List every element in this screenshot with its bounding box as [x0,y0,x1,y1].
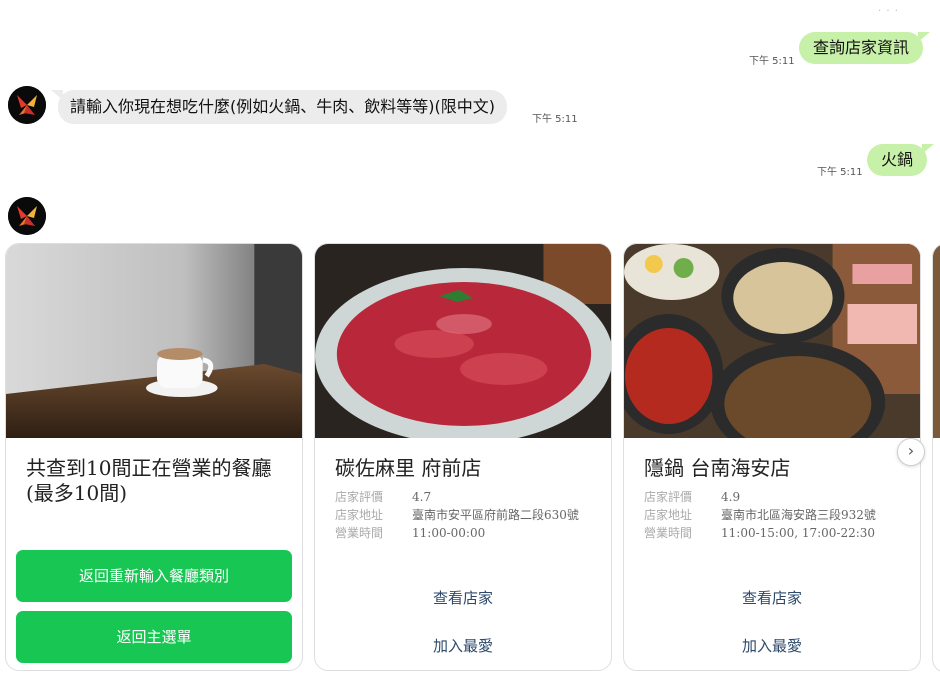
card-image-preview [933,244,940,438]
rating-value: 4.9 [721,490,741,504]
user-message-bubble: 火鍋 [867,144,935,176]
restaurant-name: 隱鍋 台南海安店 [644,456,791,480]
reenter-category-button[interactable]: 返回重新輸入餐廳類別 [16,550,292,602]
bot-message-bubble: 請輸入你現在想吃什麼(例如火鍋、牛肉、飲料等等)(限中文) [51,90,507,124]
summary-title: 共查到10間正在營業的餐廳(最多10間) [26,456,272,505]
restaurant-info: 店家評價 4.9 店家地址 臺南市北區海安路三段932號 營業時間 11:00-15:… [644,490,906,544]
hotpot-photo [624,244,920,438]
bot-avatar[interactable] [8,86,46,124]
add-favorite-button[interactable]: 加入最愛 [315,635,611,656]
timestamp: 下午 5:11 [749,56,795,67]
next-card-preview[interactable] [932,243,940,673]
main-menu-button[interactable]: 返回主選單 [16,611,292,663]
timestamp: 下午 5:11 [532,114,578,125]
view-store-button[interactable]: 查看店家 [624,587,920,608]
hours-label: 營業時間 [335,526,384,540]
restaurant-info: 店家評價 4.7 店家地址 臺南市安平區府前路二段630號 營業時間 11:00-00… [335,490,597,544]
address-label: 店家地址 [644,508,693,522]
timestamp: 下午 5:11 [817,167,863,178]
restaurant-card: 碳佐麻里 府前店 店家評價 4.7 店家地址 臺南市安平區府前路二段630號 營業時… [314,243,612,671]
carousel-next-button[interactable]: › [897,438,925,466]
rating-label: 店家評價 [644,490,693,504]
marbled-beef-photo [315,244,611,438]
bot-logo-icon [8,197,46,235]
address-value: 臺南市安平區府前路二段630號 [412,508,579,522]
rating-label: 店家評價 [335,490,384,504]
summary-card: 共查到10間正在營業的餐廳(最多10間) 返回重新輸入餐廳類別 返回主選單 [5,243,303,671]
address-label: 店家地址 [335,508,384,522]
hours-label: 營業時間 [644,526,693,540]
chevron-right-icon: › [907,441,915,460]
restaurant-card: 隱鍋 台南海安店 店家評價 4.9 店家地址 臺南市北區海安路三段932號 營業時間… [623,243,921,671]
hours-value: 11:00-00:00 [412,526,486,540]
bot-avatar[interactable] [8,197,46,235]
bot-logo-icon [8,86,46,124]
restaurant-name: 碳佐麻里 府前店 [335,456,482,480]
hours-value: 11:00-15:00, 17:00-22:30 [721,526,876,540]
add-favorite-button[interactable]: 加入最愛 [624,635,920,656]
user-message-bubble: 查詢店家資訊 [799,32,931,64]
coffee-cup-photo [6,244,302,438]
more-dots-icon[interactable]: · · · [878,6,899,17]
rating-value: 4.7 [412,490,432,504]
view-store-button[interactable]: 查看店家 [315,587,611,608]
address-value: 臺南市北區海安路三段932號 [721,508,876,522]
